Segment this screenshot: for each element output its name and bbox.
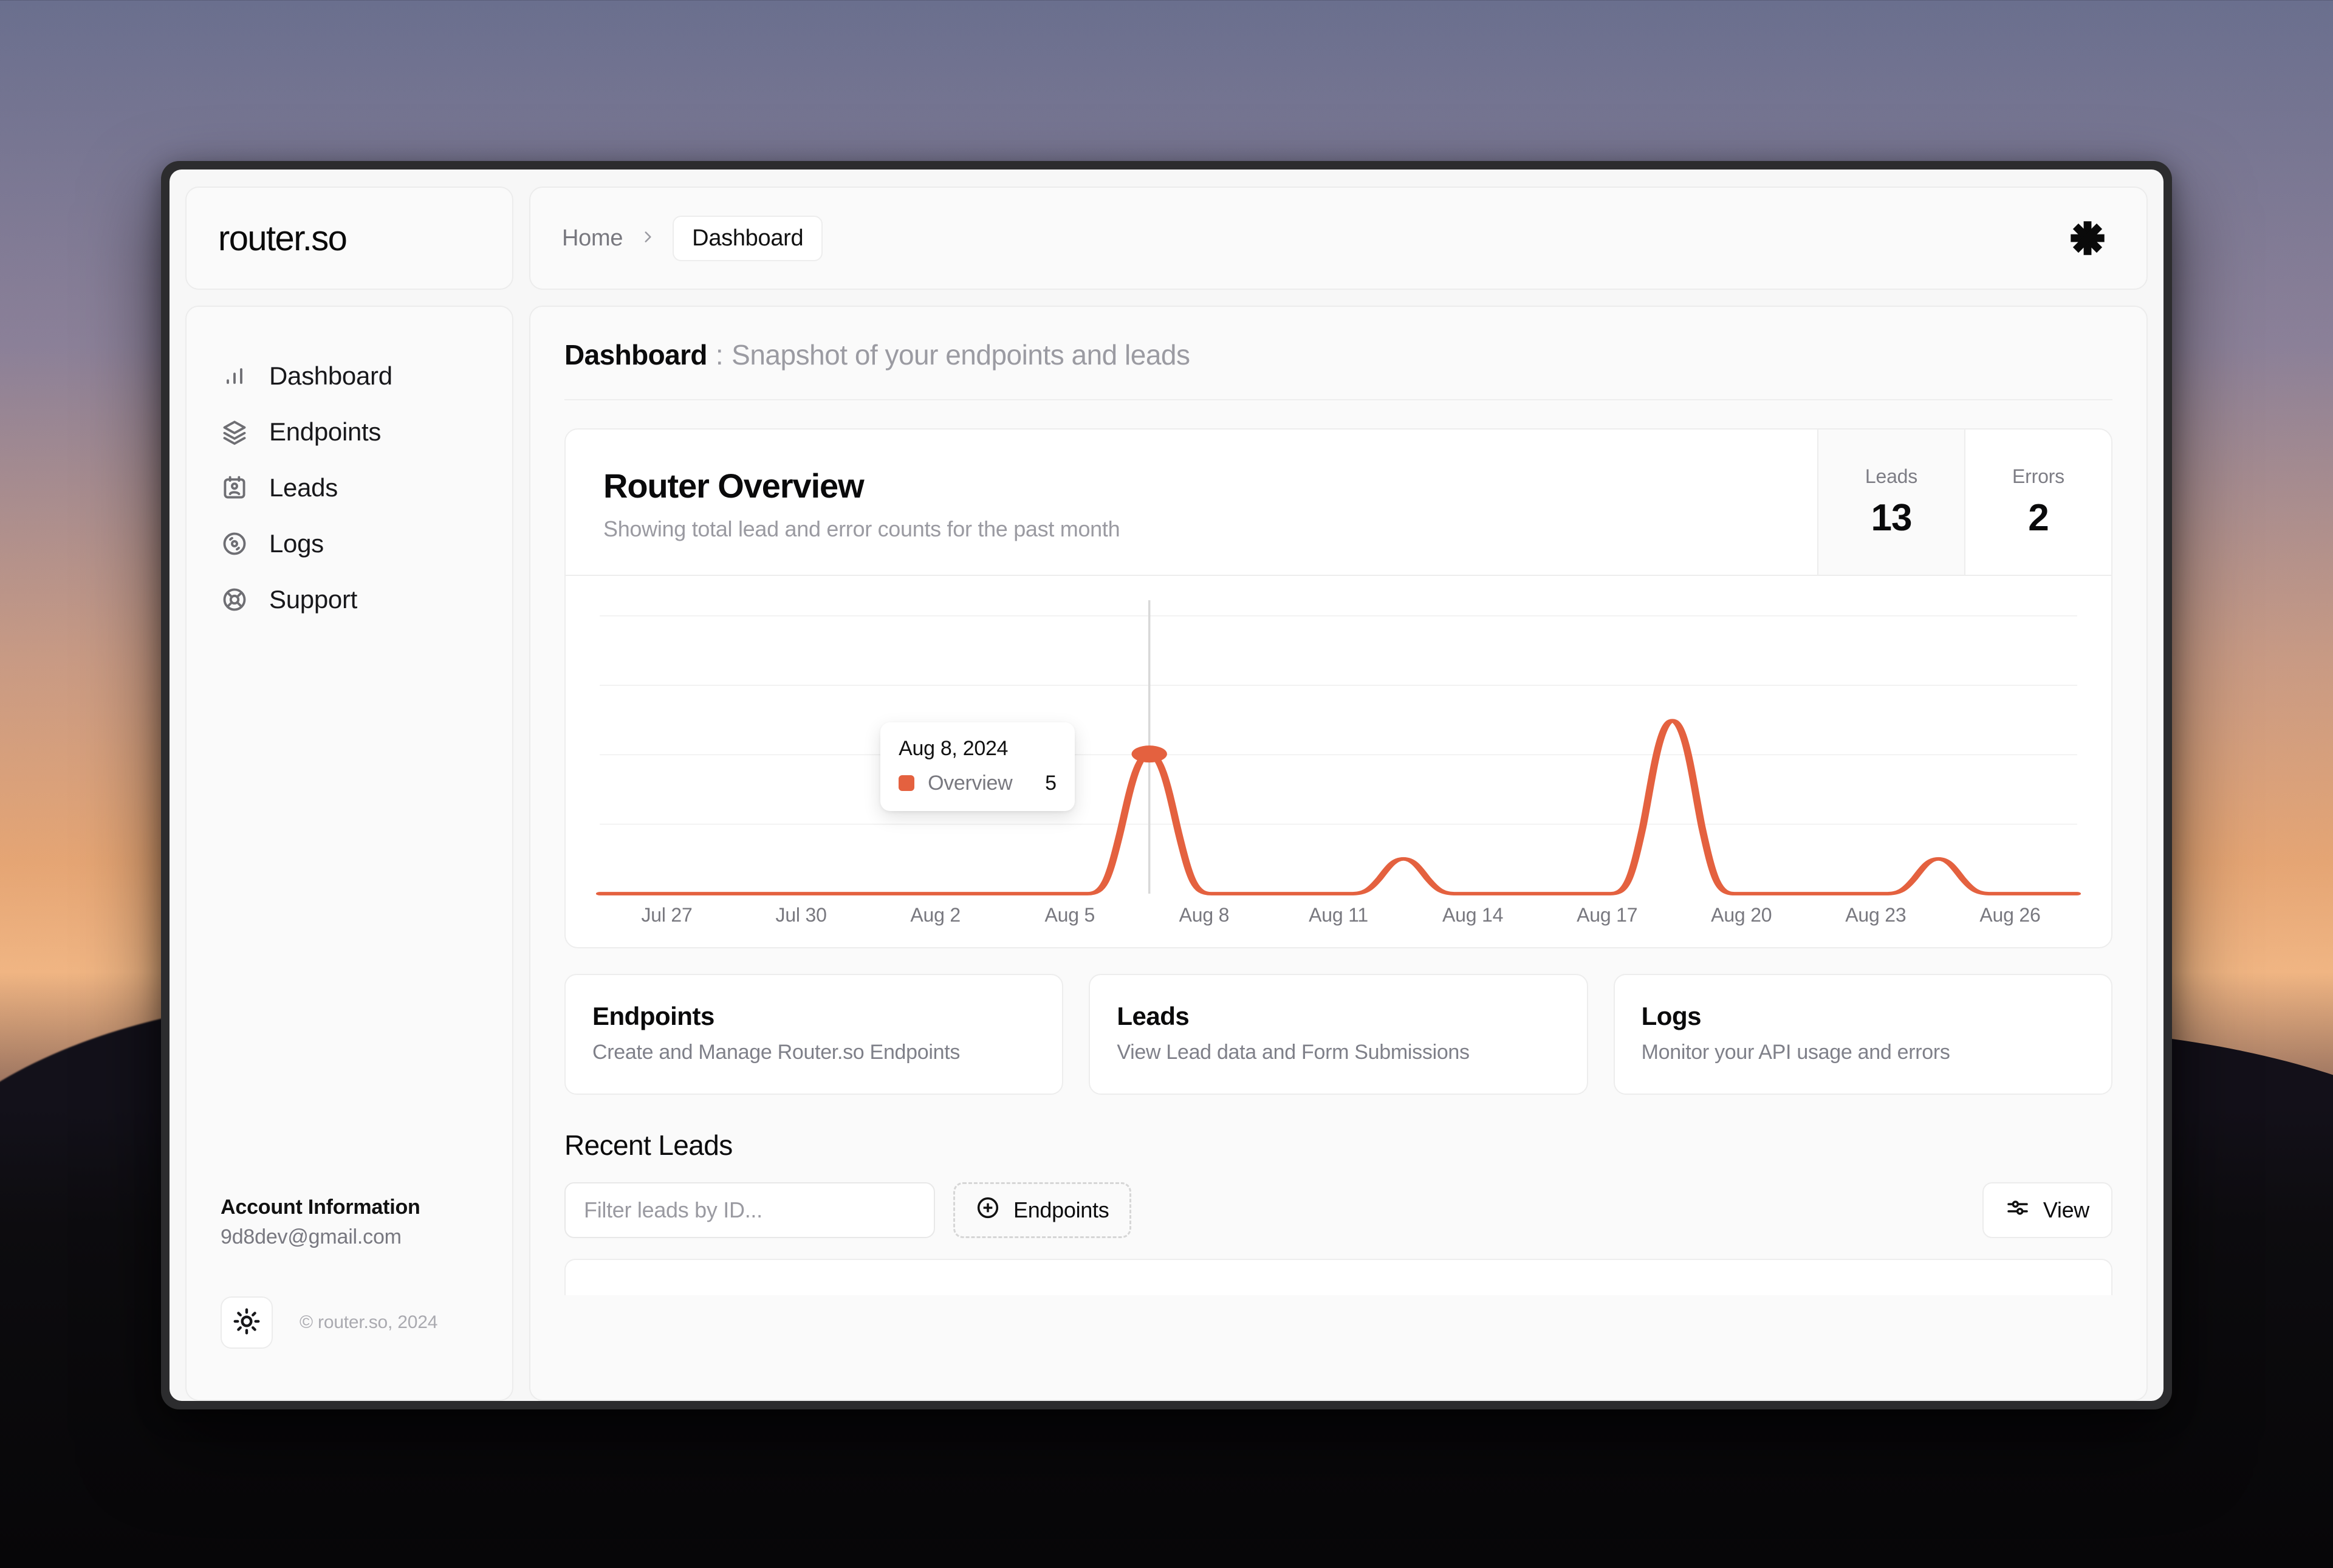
- sidebar-nav: Dashboard Endpoints Leads: [207, 348, 492, 628]
- layers-icon: [221, 418, 248, 446]
- page-header: Dashboard : Snapshot of your endpoints a…: [564, 338, 2112, 400]
- bar-chart-icon: [221, 362, 248, 390]
- overview-chart[interactable]: Aug 8, 2024 Overview 5 Jul 27 Jul 30: [566, 575, 2111, 947]
- quick-link-cards: Endpoints Create and Manage Router.so En…: [564, 974, 2112, 1095]
- leads-table-top-edge: [564, 1259, 2112, 1295]
- topbar: Home Dashboard: [529, 187, 2148, 290]
- copyright-text: © router.so, 2024: [300, 1312, 437, 1333]
- router-overview-header: Router Overview Showing total lead and e…: [566, 430, 2111, 575]
- chevron-right-icon: [640, 229, 656, 248]
- chart-gridlines: [600, 616, 2077, 824]
- page-subtitle: Snapshot of your endpoints and leads: [731, 338, 1190, 371]
- sidebar-spacer: [207, 628, 492, 1196]
- link-card-description: Create and Manage Router.so Endpoints: [592, 1041, 1035, 1064]
- stat-leads[interactable]: Leads 13: [1817, 430, 1964, 575]
- breadcrumb-dashboard[interactable]: Dashboard: [673, 216, 823, 261]
- breadcrumb: Home Dashboard: [562, 216, 823, 261]
- chart-plot-area: Aug 8, 2024 Overview 5: [600, 600, 2077, 898]
- app-window-content: router.so Dashboard Endpoints: [170, 169, 2163, 1401]
- brand-logo[interactable]: router.so: [185, 187, 513, 290]
- chart-tooltip-swatch: [899, 775, 914, 791]
- disc-icon: [221, 530, 248, 558]
- link-card-description: View Lead data and Form Submissions: [1117, 1041, 1560, 1064]
- stat-errors-value: 2: [2028, 496, 2048, 539]
- link-card-title: Endpoints: [592, 1002, 1035, 1031]
- chart-tooltip-row: Overview 5: [899, 772, 1057, 795]
- x-tick-label: Jul 27: [600, 904, 734, 926]
- x-tick-label: Aug 5: [1002, 904, 1137, 926]
- sidebar-nav-panel: Dashboard Endpoints Leads: [185, 306, 513, 1401]
- stat-errors[interactable]: Errors 2: [1964, 430, 2111, 575]
- stat-leads-label: Leads: [1865, 465, 1917, 488]
- sidebar-item-logs[interactable]: Logs: [207, 516, 492, 572]
- recent-leads-toolbar: Endpoints View: [564, 1182, 2112, 1238]
- chart-series-overview: [600, 721, 2077, 894]
- plus-circle-icon: [976, 1196, 1000, 1225]
- sidebar-item-leads[interactable]: Leads: [207, 460, 492, 516]
- x-tick-label: Aug 17: [1540, 904, 1674, 926]
- account-information-title: Account Information: [221, 1196, 478, 1219]
- router-overview-title: Router Overview: [603, 466, 1817, 505]
- x-tick-label: Aug 23: [1809, 904, 1943, 926]
- page-title-separator: :: [716, 338, 723, 371]
- chart-tooltip: Aug 8, 2024 Overview 5: [880, 722, 1075, 811]
- sidebar-item-label: Dashboard: [269, 361, 392, 391]
- sidebar-item-support[interactable]: Support: [207, 572, 492, 628]
- sliders-icon: [2006, 1196, 2030, 1225]
- sidebar-item-label: Logs: [269, 529, 324, 558]
- chart-x-axis: Jul 27 Jul 30 Aug 2 Aug 5 Aug 8 Aug 11 A…: [600, 904, 2077, 926]
- chart-tooltip-date: Aug 8, 2024: [899, 737, 1057, 761]
- router-overview-card: Router Overview Showing total lead and e…: [564, 428, 2112, 948]
- x-tick-label: Aug 2: [868, 904, 1002, 926]
- contact-card-icon: [221, 474, 248, 502]
- view-options-button[interactable]: View: [1982, 1182, 2112, 1238]
- filter-leads-input[interactable]: [564, 1182, 935, 1238]
- sidebar-item-label: Endpoints: [269, 417, 381, 447]
- link-card-title: Leads: [1117, 1002, 1560, 1031]
- account-email: 9d8dev@gmail.com: [221, 1225, 478, 1249]
- x-tick-label: Aug 26: [1943, 904, 2077, 926]
- link-card-leads[interactable]: Leads View Lead data and Form Submission…: [1089, 974, 1588, 1095]
- x-tick-label: Aug 11: [1271, 904, 1405, 926]
- x-tick-label: Aug 8: [1137, 904, 1271, 926]
- link-card-title: Logs: [1642, 1002, 2085, 1031]
- add-endpoints-button[interactable]: Endpoints: [953, 1182, 1131, 1238]
- sun-icon: [233, 1308, 260, 1338]
- sidebar-item-dashboard[interactable]: Dashboard: [207, 348, 492, 404]
- router-overview-description: Showing total lead and error counts for …: [603, 516, 1817, 542]
- x-tick-label: Aug 14: [1406, 904, 1540, 926]
- sidebar-item-endpoints[interactable]: Endpoints: [207, 404, 492, 460]
- chart-svg: [600, 600, 2077, 898]
- sidebar: router.so Dashboard Endpoints: [185, 187, 513, 1401]
- breadcrumb-home[interactable]: Home: [562, 225, 623, 252]
- sidebar-item-label: Leads: [269, 473, 338, 502]
- router-overview-titles: Router Overview Showing total lead and e…: [566, 430, 1817, 575]
- app-window: router.so Dashboard Endpoints: [161, 161, 2172, 1409]
- link-card-description: Monitor your API usage and errors: [1642, 1041, 2085, 1064]
- sidebar-footer: © router.so, 2024: [207, 1296, 492, 1373]
- recent-leads-heading: Recent Leads: [564, 1129, 2112, 1162]
- page-title: Dashboard: [564, 338, 707, 371]
- chart-tooltip-value: 5: [1045, 772, 1057, 795]
- brand-name: router.so: [218, 218, 346, 259]
- add-endpoints-label: Endpoints: [1013, 1197, 1109, 1223]
- sidebar-item-label: Support: [269, 585, 357, 614]
- x-tick-label: Jul 30: [734, 904, 868, 926]
- view-options-label: View: [2043, 1197, 2089, 1223]
- chart-tooltip-series: Overview: [928, 772, 1012, 795]
- x-tick-label: Aug 20: [1674, 904, 1809, 926]
- main-column: Home Dashboard Dash: [529, 187, 2148, 1401]
- chart-active-point: [1132, 745, 1167, 762]
- account-information: Account Information 9d8dev@gmail.com: [207, 1196, 492, 1249]
- life-buoy-icon: [221, 586, 248, 614]
- asterisk-icon[interactable]: [2060, 211, 2115, 265]
- theme-toggle-button[interactable]: [221, 1296, 273, 1349]
- link-card-endpoints[interactable]: Endpoints Create and Manage Router.so En…: [564, 974, 1063, 1095]
- stat-errors-label: Errors: [2012, 465, 2064, 488]
- content-panel: Dashboard : Snapshot of your endpoints a…: [529, 306, 2148, 1401]
- link-card-logs[interactable]: Logs Monitor your API usage and errors: [1614, 974, 2112, 1095]
- stat-leads-value: 13: [1871, 496, 1912, 539]
